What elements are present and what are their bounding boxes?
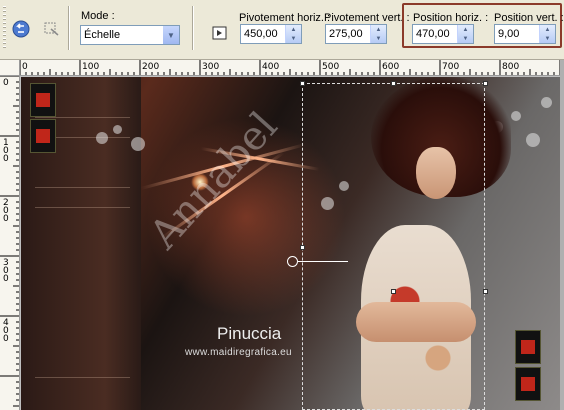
ruler-top[interactable]: 0 100 200 300 400 500 600 700 800 <box>20 60 560 76</box>
apply-icon[interactable] <box>10 18 32 40</box>
strip-line <box>35 117 130 118</box>
ruler-left-label: 3 0 0 <box>3 258 9 284</box>
ruler-left-label: 0 <box>3 78 9 88</box>
deform-selection-box[interactable] <box>302 83 485 410</box>
mode-select[interactable]: Échelle ▼ <box>80 25 180 45</box>
resize-handle-t[interactable] <box>391 81 396 86</box>
ruler-top-label: 600 <box>382 62 400 72</box>
strip-line <box>35 377 130 378</box>
ruler-left[interactable]: 0 1 0 0 2 0 0 3 0 0 4 0 0 <box>0 76 20 410</box>
thumbnail-decor <box>515 330 541 364</box>
pick-icon[interactable] <box>40 18 62 40</box>
pos-h-spinner[interactable]: ▲ ▼ <box>457 25 473 43</box>
ruler-top-label: 500 <box>322 62 340 72</box>
pivot-v-spinner[interactable]: ▲ ▼ <box>370 25 386 43</box>
bokeh-dot <box>511 111 521 121</box>
bokeh-dot <box>96 132 108 144</box>
ruler-left-label: 4 0 0 <box>3 318 9 344</box>
thumbnail-decor <box>30 83 56 117</box>
bokeh-dot <box>541 97 552 108</box>
toolbar-grip[interactable] <box>3 6 6 50</box>
mode-label: Mode : <box>81 10 115 22</box>
strip-line <box>35 187 130 188</box>
pos-v-label: Position vert. : <box>494 12 564 24</box>
ruler-top-label: 400 <box>262 62 280 72</box>
resize-handle-r[interactable] <box>483 289 488 294</box>
separator <box>192 6 194 50</box>
ruler-left-label: 1 0 0 <box>3 138 9 164</box>
rotation-pivot-line <box>298 261 348 262</box>
resize-handle-center[interactable] <box>391 289 396 294</box>
pos-v-field[interactable]: ▲▼ <box>494 24 556 44</box>
bokeh-dot <box>113 125 122 134</box>
mode-value: Échelle <box>84 29 121 41</box>
thumbnail-decor <box>515 367 541 401</box>
watermark-name: Pinuccia <box>217 324 282 343</box>
resize-handle-l[interactable] <box>300 245 305 250</box>
ruler-top-label: 100 <box>82 62 100 72</box>
resize-handle-tr[interactable] <box>483 81 488 86</box>
strip-line <box>35 207 130 208</box>
ruler-top-label: 200 <box>142 62 160 72</box>
workspace: 0 100 200 300 400 500 600 700 800 0 1 0 … <box>0 60 564 410</box>
pos-h-label: Position horiz. : <box>413 12 489 24</box>
pos-v-spinner[interactable]: ▲ ▼ <box>539 25 555 43</box>
ruler-corner <box>0 60 20 76</box>
pivot-h-spinner[interactable]: ▲ ▼ <box>285 25 301 43</box>
resize-handle-tl[interactable] <box>300 81 305 86</box>
separator <box>68 6 70 50</box>
ruler-top-label: 800 <box>502 62 520 72</box>
pivot-v-label: Pivotement vert. : <box>324 12 410 24</box>
ruler-top-label: 300 <box>202 62 220 72</box>
bokeh-dot <box>131 137 145 151</box>
fit-icon[interactable] <box>209 22 231 44</box>
pivot-h-field[interactable]: ▲▼ <box>240 24 302 44</box>
tool-options-toolbar: Mode : Échelle ▼ Pivotement horiz. : ▲▼ … <box>0 0 564 60</box>
ruler-left-label: 2 0 0 <box>3 198 9 224</box>
pivot-h-label: Pivotement horiz. : <box>239 12 331 24</box>
watermark-url: www.maidiregrafica.eu <box>185 347 292 358</box>
image-canvas[interactable]: Annabel Pinuccia www.maidiregrafica.eu <box>21 77 564 410</box>
ruler-top-label: 700 <box>442 62 460 72</box>
ruler-top-label: 0 <box>22 62 28 72</box>
pivot-v-field[interactable]: ▲▼ <box>325 24 387 44</box>
vertical-scrollbar[interactable] <box>560 60 564 410</box>
thumbnail-decor <box>30 119 56 153</box>
rotation-pivot-handle[interactable] <box>287 256 298 267</box>
bokeh-dot <box>526 133 540 147</box>
chevron-down-icon[interactable]: ▼ <box>162 26 179 44</box>
pos-h-field[interactable]: ▲▼ <box>412 24 474 44</box>
